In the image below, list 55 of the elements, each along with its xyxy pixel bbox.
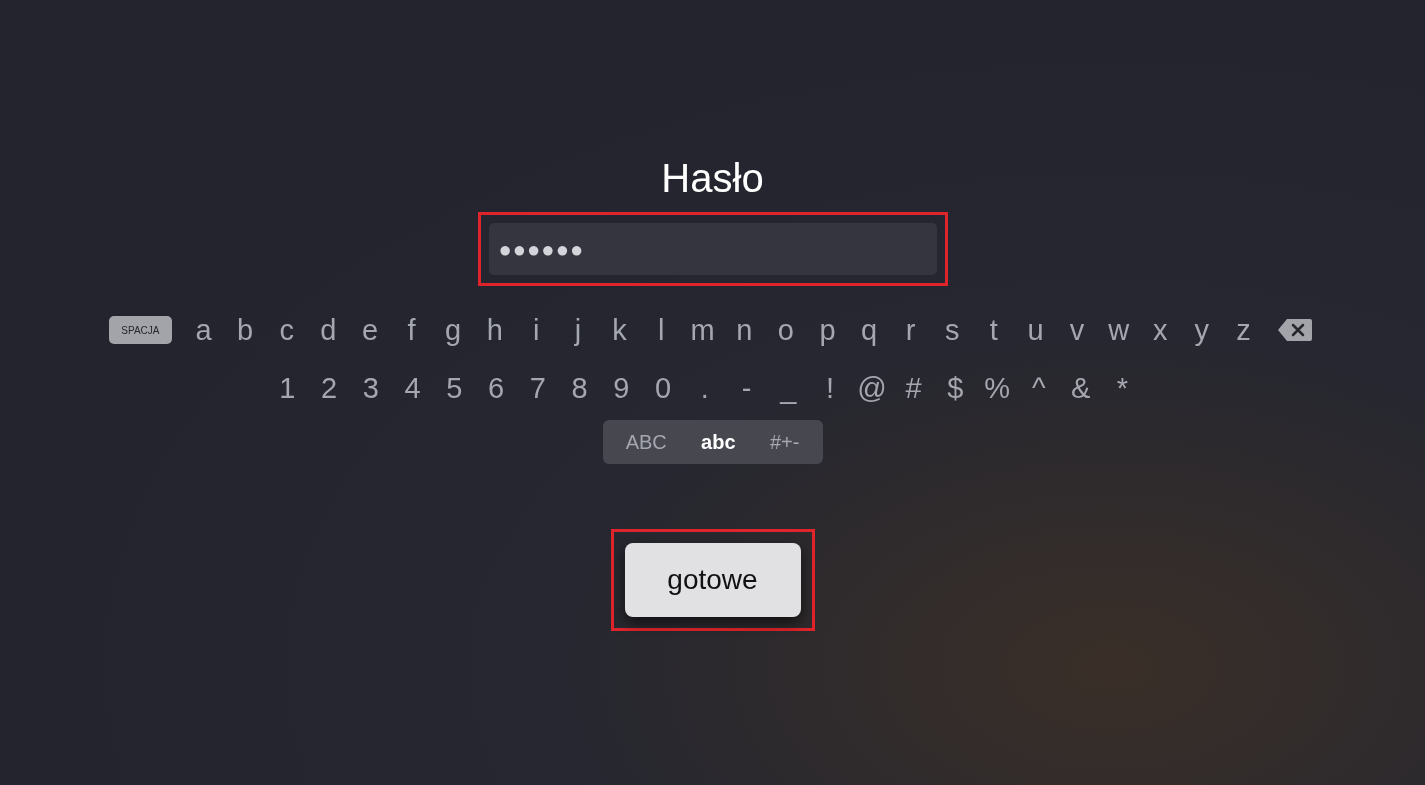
key[interactable]: e <box>349 310 391 350</box>
key[interactable]: 5 <box>433 368 476 408</box>
key[interactable]: l <box>640 310 682 350</box>
key[interactable]: k <box>598 310 641 350</box>
key[interactable]: # <box>892 368 935 408</box>
key[interactable]: y <box>1181 310 1223 350</box>
key[interactable]: 1 <box>266 368 309 408</box>
key[interactable]: 2 <box>308 368 350 408</box>
key[interactable]: ! <box>809 368 851 408</box>
key[interactable]: % <box>976 368 1018 408</box>
backspace-icon[interactable] <box>1277 318 1313 342</box>
key[interactable]: s <box>931 310 974 350</box>
key[interactable]: j <box>557 310 599 350</box>
key[interactable]: f <box>390 310 433 350</box>
key[interactable]: c <box>265 310 308 350</box>
key[interactable]: 6 <box>475 368 517 408</box>
key[interactable]: _ <box>767 368 810 408</box>
key[interactable]: 7 <box>517 368 559 408</box>
key[interactable]: r <box>889 310 932 350</box>
key[interactable]: $ <box>934 368 977 408</box>
password-field[interactable]: ●●●●●● <box>488 223 937 275</box>
done-button[interactable]: gotowe <box>624 543 801 617</box>
key[interactable]: w <box>1097 310 1140 350</box>
key[interactable]: b <box>224 310 266 350</box>
space-key[interactable]: SPACJA <box>109 316 172 344</box>
key[interactable]: g <box>432 310 474 350</box>
key[interactable]: q <box>848 310 890 350</box>
key[interactable]: ^ <box>1018 368 1060 408</box>
key[interactable]: . <box>684 368 726 408</box>
key[interactable]: i <box>515 310 558 350</box>
key[interactable]: 9 <box>600 368 643 408</box>
key[interactable]: @ <box>851 368 893 408</box>
key[interactable]: * <box>1101 368 1144 408</box>
key[interactable]: p <box>806 310 849 350</box>
key[interactable]: a <box>182 310 225 350</box>
key[interactable]: & <box>1059 368 1102 408</box>
key[interactable]: d <box>307 310 350 350</box>
mode-tab[interactable]: ABC <box>619 427 673 457</box>
key[interactable]: 4 <box>391 368 434 408</box>
key[interactable]: n <box>723 310 766 350</box>
key[interactable]: x <box>1139 310 1182 350</box>
key[interactable]: t <box>973 310 1015 350</box>
key[interactable]: m <box>681 310 724 350</box>
key[interactable]: 8 <box>558 368 601 408</box>
key[interactable]: 3 <box>350 368 392 408</box>
mode-tab[interactable]: #+- <box>763 427 806 457</box>
key[interactable]: o <box>765 310 807 350</box>
key[interactable]: v <box>1056 310 1098 350</box>
mode-tab[interactable]: abc <box>695 427 742 457</box>
key[interactable]: 0 <box>642 368 684 408</box>
key[interactable]: - <box>725 368 768 408</box>
key[interactable]: h <box>473 310 516 350</box>
title: Hasło <box>661 155 764 202</box>
key[interactable]: u <box>1014 310 1057 350</box>
key[interactable]: z <box>1222 310 1265 350</box>
